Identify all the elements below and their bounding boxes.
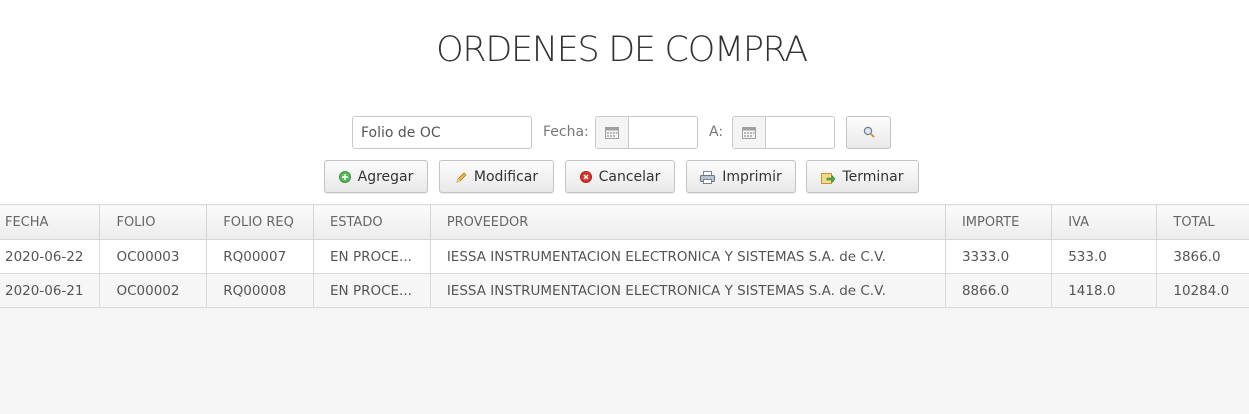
table-row[interactable]: 2020-06-21 OC00002 RQ00008 EN PROCE... I… — [0, 273, 1249, 308]
calendar-icon[interactable] — [596, 117, 629, 148]
cell-fecha[interactable]: 2020-06-22 — [0, 239, 101, 274]
cell-estado[interactable]: EN PROCE... — [313, 273, 431, 308]
column-header-total[interactable]: TOTAL — [1156, 204, 1249, 240]
cell-estado[interactable]: EN PROCE... — [313, 239, 431, 274]
toolbar: Agregar Modificar Cancelar Imprimir Term… — [0, 160, 1249, 193]
search-button[interactable] — [846, 116, 891, 149]
printer-icon — [700, 170, 716, 184]
cell-folio[interactable]: OC00003 — [99, 239, 208, 274]
cell-folio[interactable]: OC00002 — [99, 273, 208, 308]
cell-fecha[interactable]: 2020-06-21 — [0, 273, 101, 308]
cancelar-label: Cancelar — [598, 168, 661, 185]
fecha-hasta-value[interactable] — [766, 117, 834, 148]
finish-icon — [821, 171, 836, 184]
imprimir-button[interactable]: Imprimir — [686, 160, 796, 193]
page-title: ORDENES DE COMPRA — [436, 30, 808, 70]
cell-iva[interactable]: 1418.0 — [1051, 273, 1158, 308]
a-label: A: — [709, 124, 724, 140]
column-header-iva[interactable]: IVA — [1051, 204, 1158, 240]
cell-importe[interactable]: 8866.0 — [944, 273, 1053, 308]
fecha-hasta-field[interactable] — [732, 116, 835, 149]
cell-total[interactable]: 3866.0 — [1156, 239, 1249, 274]
column-header-folio[interactable]: FOLIO — [99, 204, 208, 240]
pencil-icon — [455, 171, 467, 183]
cell-folio-req[interactable]: RQ00008 — [206, 273, 315, 308]
column-header-proveedor[interactable]: PROVEEDOR — [429, 204, 946, 240]
fecha-desde-field[interactable] — [595, 116, 698, 149]
table-row[interactable]: 2020-06-22 OC00003 RQ00007 EN PROCE... I… — [0, 239, 1249, 274]
column-header-estado[interactable]: ESTADO — [313, 204, 431, 240]
cell-folio-req[interactable]: RQ00007 — [206, 239, 315, 274]
modificar-label: Modificar — [473, 168, 539, 185]
imprimir-label: Imprimir — [722, 168, 782, 185]
cell-iva[interactable]: 533.0 — [1051, 239, 1158, 274]
modificar-button[interactable]: Modificar — [439, 160, 554, 193]
fecha-desde-value[interactable] — [629, 117, 697, 148]
cancelar-button[interactable]: Cancelar — [565, 160, 675, 193]
agregar-label: Agregar — [357, 168, 414, 185]
agregar-button[interactable]: Agregar — [324, 160, 428, 193]
folio-search-input[interactable] — [352, 116, 532, 149]
column-header-fecha[interactable]: FECHA — [0, 204, 101, 240]
table-header-row: FECHA FOLIO FOLIO REQ ESTADO PROVEEDOR I… — [0, 204, 1249, 240]
orders-table: FECHA FOLIO FOLIO REQ ESTADO PROVEEDOR I… — [0, 204, 1249, 308]
add-icon — [338, 170, 351, 183]
column-header-folio-req[interactable]: FOLIO REQ — [206, 204, 315, 240]
cell-proveedor[interactable]: IESSA INSTRUMENTACION ELECTRONICA Y SIST… — [429, 239, 946, 274]
cell-proveedor[interactable]: IESSA INSTRUMENTACION ELECTRONICA Y SIST… — [429, 273, 946, 308]
cell-importe[interactable]: 3333.0 — [944, 239, 1053, 274]
search-icon — [863, 123, 875, 142]
orders-grid: FECHA FOLIO FOLIO REQ ESTADO PROVEEDOR I… — [0, 204, 1249, 414]
terminar-label: Terminar — [842, 168, 904, 185]
filter-bar: Fecha: A: — [0, 116, 1249, 150]
column-header-importe[interactable]: IMPORTE — [944, 204, 1053, 240]
cancel-icon — [579, 170, 592, 183]
cell-total[interactable]: 10284.0 — [1156, 273, 1249, 308]
calendar-icon[interactable] — [733, 117, 766, 148]
terminar-button[interactable]: Terminar — [806, 160, 919, 193]
fecha-label: Fecha: — [543, 124, 589, 140]
